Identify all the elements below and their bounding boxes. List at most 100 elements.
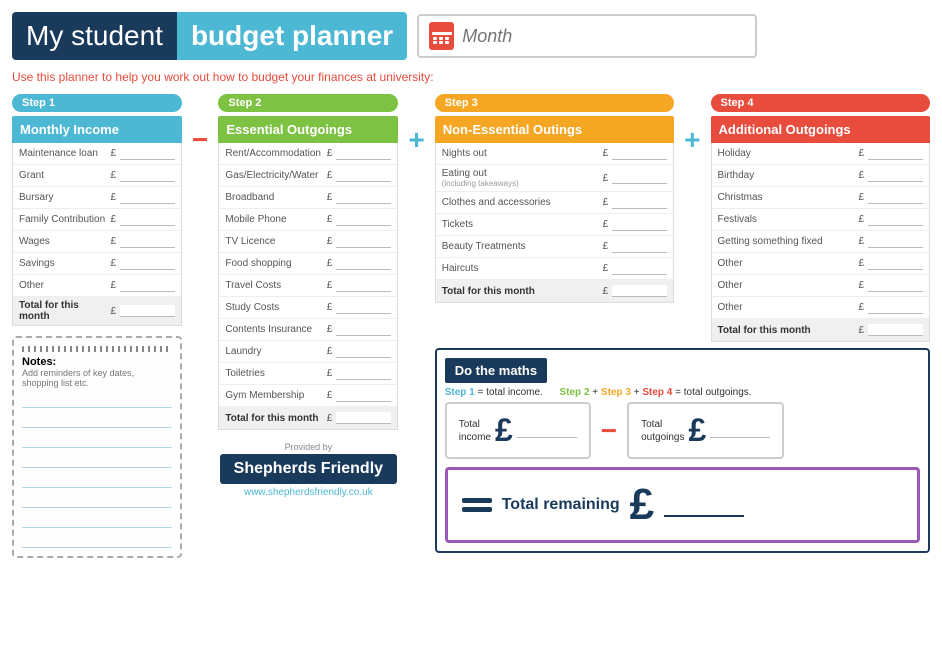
step3-label: Step 3 [435,94,674,112]
maths-desc-1: Step 1 = total income. Step 2 + Step 3 +… [445,387,920,398]
month-input[interactable] [462,26,745,47]
step3-row4-input[interactable] [612,241,667,253]
step1-row5-input[interactable] [120,258,175,270]
table-row: TV Licence £ [219,231,397,253]
table-row: Gym Membership £ [219,385,397,407]
step4-row1-input[interactable] [868,170,923,182]
step2-header: Essential Outgoings [218,116,398,143]
maths-minus-operator: − [601,415,617,447]
step2-row7-input[interactable] [336,302,391,314]
calendar-grid [433,37,450,44]
table-row: Other £ [13,275,181,297]
calendar-dot [433,41,437,44]
step1-total-input[interactable] [120,305,175,317]
step4-row5-input[interactable] [868,258,923,270]
table-row: Other £ [712,253,929,275]
step2-row1-input[interactable] [336,170,391,182]
step2-row9-input[interactable] [336,346,391,358]
plus-operator-2: + [680,124,704,156]
total-outgoings-label: Totaloutgoings [641,418,684,444]
step2-row10-input[interactable] [336,368,391,380]
total-remaining-input[interactable] [664,494,744,517]
table-row: Laundry £ [219,341,397,363]
month-input-wrapper[interactable] [417,14,757,58]
step3-row0-input[interactable] [612,148,667,160]
table-row: Contents Insurance £ [219,319,397,341]
note-line [22,434,172,448]
step3-total-input[interactable] [612,285,667,297]
step1-row1-input[interactable] [120,170,175,182]
step4-total-input[interactable] [868,324,923,336]
table-row: Clothes and accessories £ [436,192,673,214]
step2-row4-input[interactable] [336,236,391,248]
step2-total-input[interactable] [336,412,391,424]
step2-row0-input[interactable] [336,148,391,160]
step3-row3-input[interactable] [612,219,667,231]
total-remaining-label: Total remaining [502,495,620,514]
table-row: Tickets £ [436,214,673,236]
title-block: My student budget planner [12,12,407,60]
step1-wrapper: Step 1 Monthly Income Maintenance loan £… [12,94,182,558]
table-row: Bursary £ [13,187,181,209]
step2-row2-input[interactable] [336,192,391,204]
step3-row1-input[interactable] [612,172,667,184]
calendar-dot [439,37,443,40]
step4-row6-input[interactable] [868,280,923,292]
step1-body: Maintenance loan £ Grant £ Bursary £ Fam… [12,143,182,326]
step2-row6-input[interactable] [336,280,391,292]
step4-total-row: Total for this month £ [712,319,929,341]
equals-bar-bottom [462,507,492,512]
table-row: Savings £ [13,253,181,275]
table-row: Broadband £ [219,187,397,209]
notes-section: Notes: Add reminders of key dates, shopp… [12,336,182,558]
total-income-input[interactable] [517,423,577,438]
subtitle: Use this planner to help you work out ho… [12,70,930,84]
step4-row4-input[interactable] [868,236,923,248]
step1-row4-input[interactable] [120,236,175,248]
step2-row8-input[interactable] [336,324,391,336]
step3-row2-input[interactable] [612,197,667,209]
step2-wrapper: Step 2 Essential Outgoings Rent/Accommod… [218,94,398,498]
step2-row5-input[interactable] [336,258,391,270]
equals-icon [462,498,492,512]
table-row: Rent/Accommodation £ [219,143,397,165]
total-outgoings-box: Totaloutgoings £ [627,402,784,459]
step3-row5-input[interactable] [612,263,667,275]
notes-title: Notes: [22,356,172,368]
header: My student budget planner [12,12,930,60]
step3-header: Non-Essential Outings [435,116,674,143]
step3-step4-row: Step 3 Non-Essential Outings Nights out … [435,94,930,342]
step4-wrapper: Step 4 Additional Outgoings Holiday £ Bi… [711,94,930,342]
step4-header: Additional Outgoings [711,116,930,143]
step4-row0-input[interactable] [868,148,923,160]
total-outgoings-input[interactable] [710,423,770,438]
table-row: Other £ [712,275,929,297]
total-income-pound: £ [495,412,513,449]
step4-row3-input[interactable] [868,214,923,226]
do-the-maths-section: Do the maths Step 1 = total income. Step… [435,348,930,553]
step4-body: Holiday £ Birthday £ Christmas £ [711,143,930,342]
step2-row11-input[interactable] [336,390,391,402]
step4-label: Step 4 [711,94,930,112]
step1-row2-input[interactable] [120,192,175,204]
step4-row2-input[interactable] [868,192,923,204]
title-my-student: My student [12,12,177,60]
step2-row3-input[interactable] [336,214,391,226]
step4-row7-input[interactable] [868,302,923,314]
total-outgoings-pound: £ [689,412,707,449]
right-column: Step 3 Non-Essential Outings Nights out … [435,94,930,553]
maths-calculation-row: Totalincome £ − Totaloutgoings £ [445,402,920,459]
table-row: Toiletries £ [219,363,397,385]
notes-lines [22,394,172,548]
step1-row0-input[interactable] [120,148,175,160]
step1-row6-input[interactable] [120,280,175,292]
step1-total-row: Total for this month £ [13,297,181,325]
note-line [22,454,172,468]
minus-operator: − [188,124,212,156]
shepherds-website: www.shepherdsfriendly.co.uk [218,487,398,498]
note-line [22,494,172,508]
calendar-dot [433,37,437,40]
step1-row3-input[interactable] [120,214,175,226]
table-row: Study Costs £ [219,297,397,319]
step3-total-row: Total for this month £ [436,280,673,302]
